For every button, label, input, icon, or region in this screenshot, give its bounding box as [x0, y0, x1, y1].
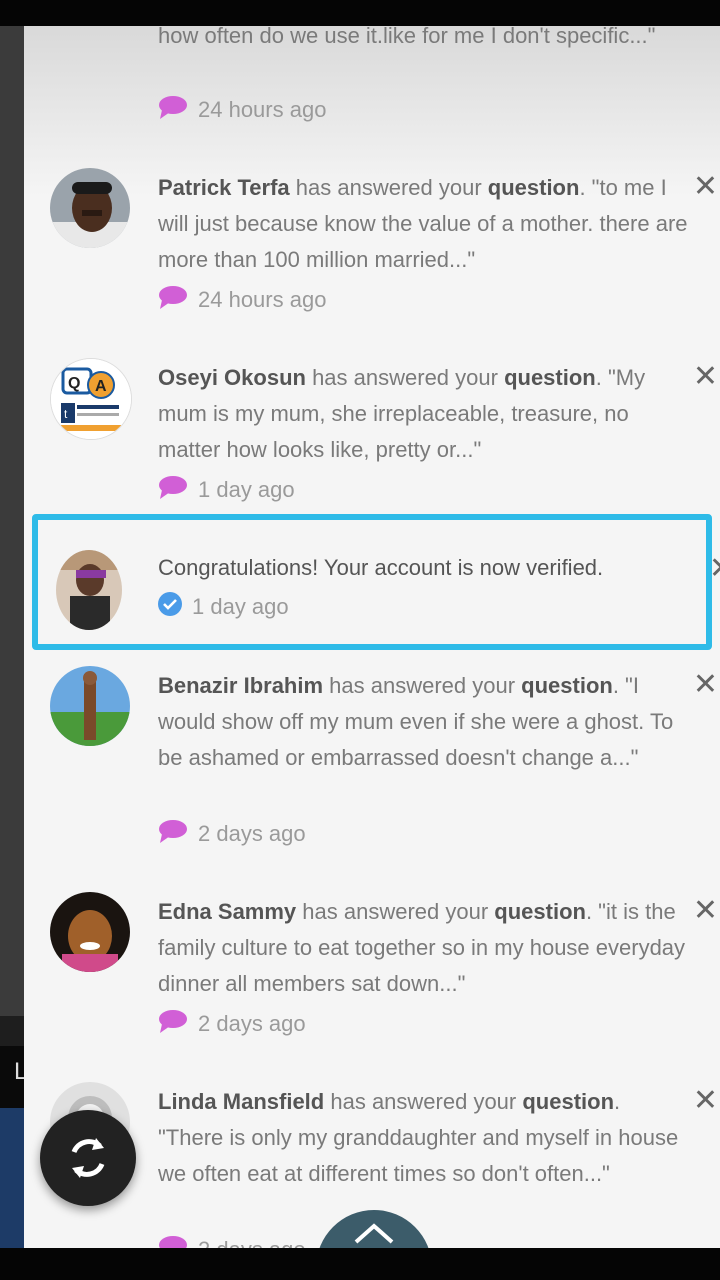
svg-text:A: A	[95, 378, 107, 395]
avatar[interactable]	[50, 892, 130, 972]
comment-icon	[158, 284, 188, 318]
refresh-button[interactable]	[40, 1110, 136, 1206]
notification-time: 24 hours ago	[198, 286, 327, 312]
background-page-edge: L	[0, 26, 27, 1276]
notification-text: Congratulations! Your account is now ver…	[158, 550, 688, 586]
user-name[interactable]: Edna Sammy	[158, 899, 296, 924]
avatar[interactable]	[56, 550, 122, 630]
dismiss-button[interactable]: ✕	[693, 172, 718, 202]
dismiss-button[interactable]: ✕	[693, 670, 718, 700]
notification-time: 24 hours ago	[198, 96, 327, 122]
notification-text: Oseyi Okosun has answered your question.…	[158, 360, 688, 468]
notification-time: 1 day ago	[198, 476, 295, 502]
notification-time: 2 days ago	[198, 820, 306, 846]
refresh-icon	[71, 1138, 105, 1178]
user-name[interactable]: Patrick Terfa	[158, 175, 290, 200]
notification-meta: 24 hours ago	[158, 94, 326, 124]
notification-text: Edna Sammy has answered your question. "…	[158, 894, 688, 1002]
dismiss-button[interactable]: ✕	[693, 1086, 718, 1116]
question-link[interactable]: question	[494, 899, 586, 924]
svg-text:Q: Q	[68, 375, 80, 392]
question-link[interactable]: question	[504, 365, 596, 390]
avatar[interactable]: Q A t	[50, 358, 132, 440]
notifications-panel[interactable]: how often do we use it.like for me I don…	[24, 26, 720, 1248]
notification-meta: 2 days ago	[158, 1234, 306, 1248]
status-bar	[0, 0, 720, 26]
notification-meta: 2 days ago	[158, 818, 306, 848]
chevron-up-icon	[354, 1223, 394, 1244]
question-link[interactable]: question	[522, 1089, 614, 1114]
avatar[interactable]	[50, 168, 130, 248]
notification-meta: 2 days ago	[158, 1008, 306, 1038]
comment-icon	[158, 474, 188, 508]
comment-icon	[158, 1234, 188, 1248]
notification-text: Benazir Ibrahim has answered your questi…	[158, 668, 688, 776]
dismiss-button[interactable]: ✕	[709, 554, 720, 584]
notification-action: has answered your	[323, 673, 522, 698]
user-name[interactable]: Linda Mansfield	[158, 1089, 324, 1114]
question-link[interactable]: question	[488, 175, 580, 200]
question-link[interactable]: question	[521, 673, 613, 698]
notification-meta: 24 hours ago	[158, 284, 326, 314]
navigation-bar	[0, 1248, 720, 1280]
notification-time: 2 days ago	[198, 1237, 306, 1248]
notification-action: has answered your	[324, 1089, 523, 1114]
notification-message: Congratulations! Your account is now ver…	[158, 555, 604, 580]
notification-text: Linda Mansfield has answered your questi…	[158, 1084, 688, 1192]
comment-icon	[158, 1008, 188, 1042]
user-name[interactable]: Benazir Ibrahim	[158, 673, 323, 698]
notification-action: has answered your	[296, 899, 495, 924]
notification-meta: 1 day ago	[158, 592, 289, 622]
edge-block	[0, 1016, 24, 1046]
dismiss-button[interactable]: ✕	[693, 896, 718, 926]
verified-check-icon	[158, 592, 182, 624]
notification-meta: 1 day ago	[158, 474, 295, 504]
notification-time: 1 day ago	[192, 594, 289, 619]
notification-action: has answered your	[289, 175, 488, 200]
notification-time: 2 days ago	[198, 1010, 306, 1036]
notification-action: has answered your	[305, 365, 505, 390]
avatar[interactable]	[50, 666, 130, 746]
notification-text: Patrick Terfa has answered your question…	[158, 170, 688, 278]
comment-icon	[158, 818, 188, 852]
comment-icon	[158, 94, 188, 128]
dismiss-button[interactable]: ✕	[693, 362, 718, 392]
notification-text: how often do we use it.like for me I don…	[158, 26, 688, 54]
user-name[interactable]: Oseyi Okosun	[158, 365, 306, 390]
notification-excerpt: how often do we use it.like for me I don…	[158, 26, 656, 48]
